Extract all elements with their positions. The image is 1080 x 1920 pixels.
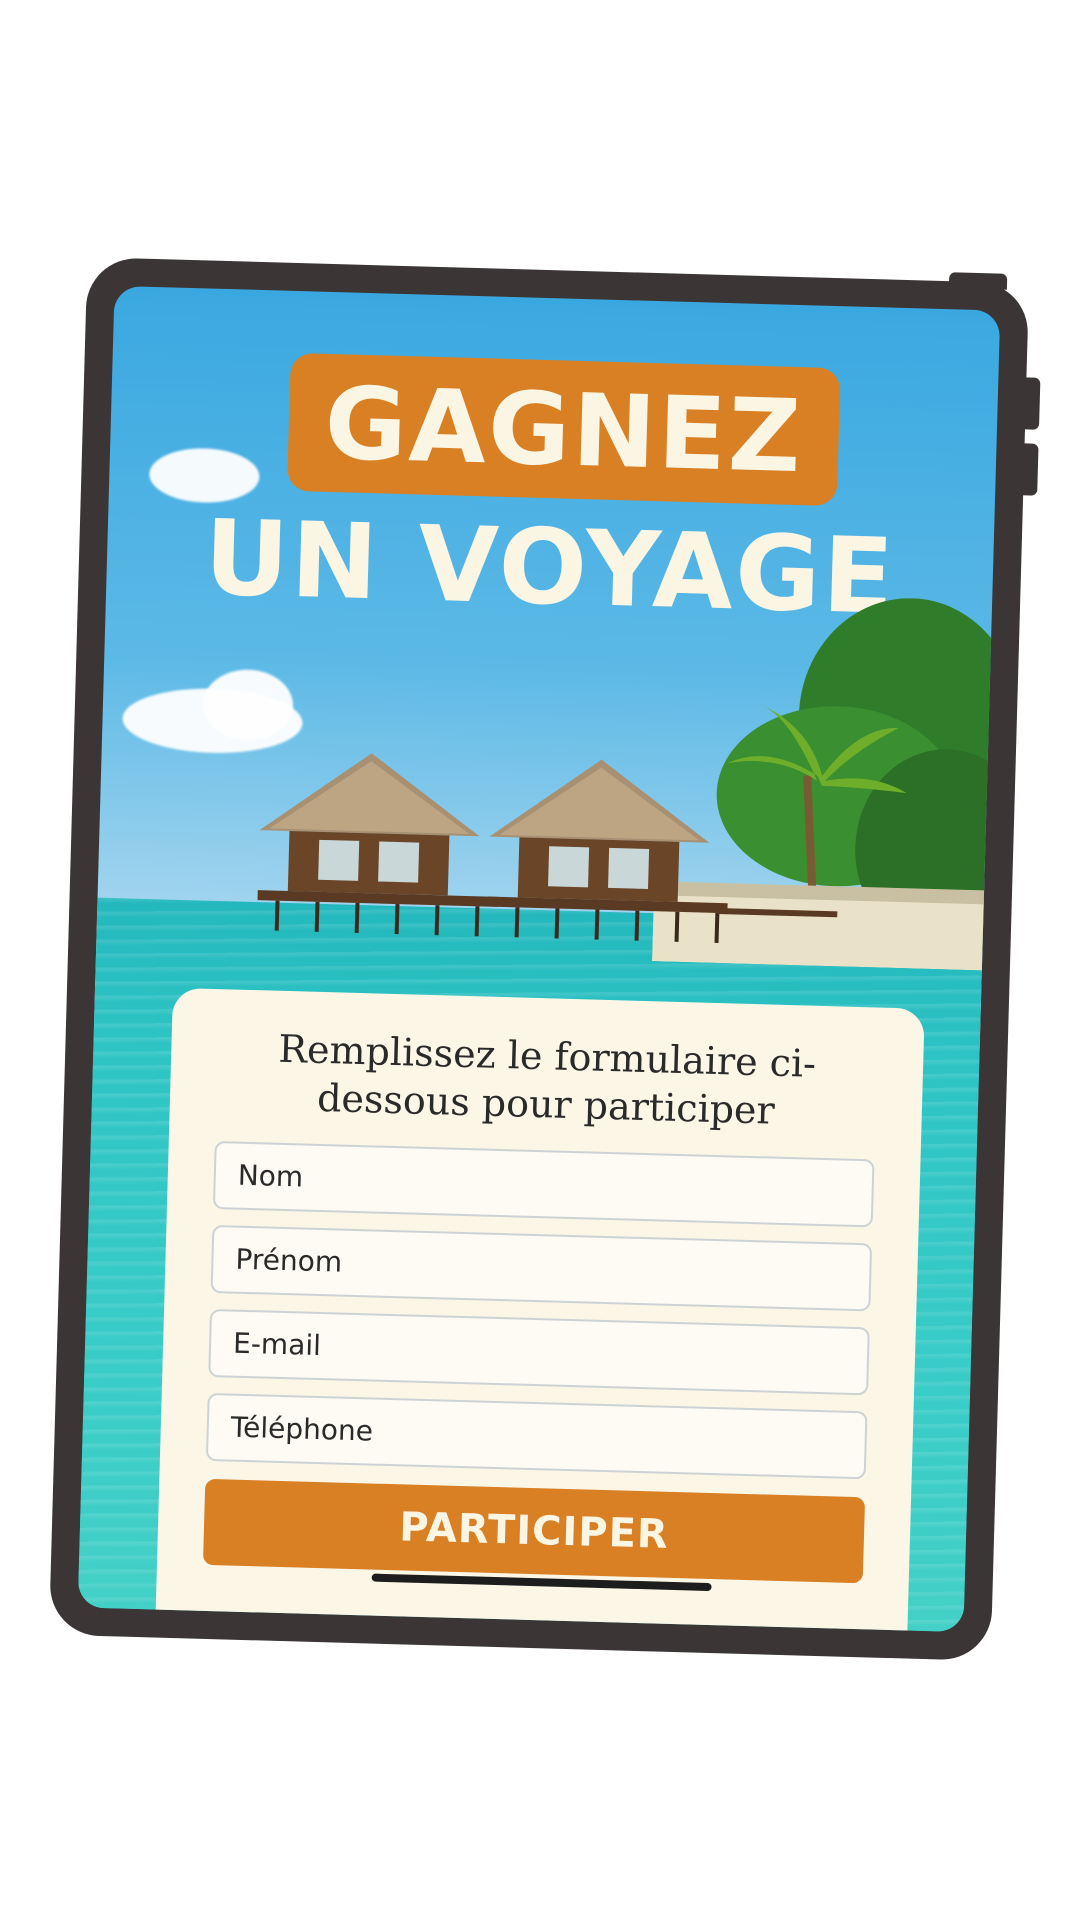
phone-field[interactable]: Téléphone xyxy=(205,1392,868,1480)
tablet-device: GAGNEZ UN VOYAGE Remplissez le formulair… xyxy=(48,257,1041,1661)
title-line-1: GAGNEZ xyxy=(323,364,805,496)
participate-button[interactable]: PARTICIPER xyxy=(202,1478,866,1584)
power-button xyxy=(948,272,1008,290)
title-badge: GAGNEZ xyxy=(286,352,841,507)
screen: GAGNEZ UN VOYAGE Remplissez le formulair… xyxy=(77,285,1001,1633)
last-name-field[interactable]: Nom xyxy=(212,1141,875,1228)
form-instructions: Remplissez le formulaire ci-dessous pour… xyxy=(277,1026,817,1133)
page: GAGNEZ UN VOYAGE Remplissez le formulair… xyxy=(0,0,1080,1920)
first-name-field[interactable]: Prénom xyxy=(210,1224,873,1312)
entry-form: Remplissez le formulaire ci-dessous pour… xyxy=(155,987,925,1633)
bungalows-image xyxy=(257,753,838,944)
volume-down-button xyxy=(1021,443,1039,496)
bungalow-illustration xyxy=(96,598,1001,991)
email-field[interactable]: E-mail xyxy=(208,1308,870,1396)
volume-up-button xyxy=(1022,377,1041,430)
